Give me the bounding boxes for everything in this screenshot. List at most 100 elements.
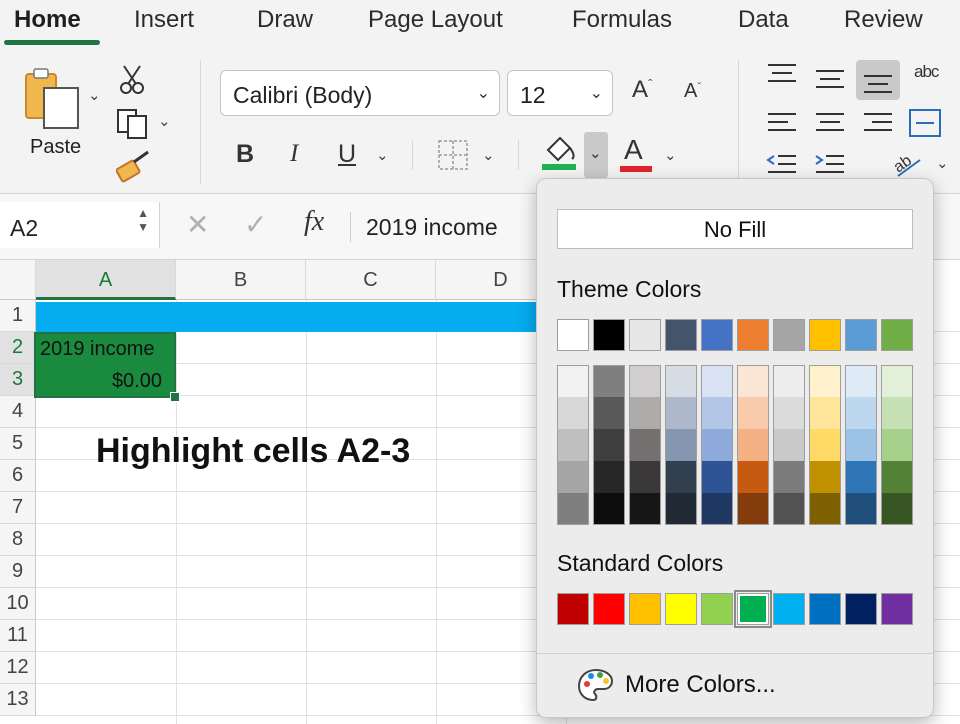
theme-shade-swatch[interactable]: [593, 493, 625, 525]
theme-shade-swatch[interactable]: [701, 365, 733, 397]
select-all-corner[interactable]: [0, 260, 36, 300]
align-right-icon[interactable]: [862, 110, 896, 138]
theme-shade-swatch[interactable]: [701, 493, 733, 525]
bold-button[interactable]: B: [236, 140, 254, 169]
theme-shade-swatch[interactable]: [773, 493, 805, 525]
theme-shade-swatch[interactable]: [737, 461, 769, 493]
cell-a2[interactable]: 2019 income: [40, 338, 155, 361]
row-header-7[interactable]: 7: [0, 492, 36, 524]
enter-icon[interactable]: ✓: [244, 208, 267, 241]
theme-shade-swatch[interactable]: [773, 429, 805, 461]
theme-shade-swatch[interactable]: [557, 493, 589, 525]
theme-shade-swatch[interactable]: [773, 397, 805, 429]
row-1-fill[interactable]: [36, 302, 536, 332]
theme-shade-swatch[interactable]: [773, 461, 805, 493]
standard-color-swatch[interactable]: [557, 593, 589, 625]
theme-shade-swatch[interactable]: [593, 429, 625, 461]
theme-shade-swatch[interactable]: [737, 429, 769, 461]
italic-button[interactable]: I: [290, 140, 298, 168]
theme-shade-swatch[interactable]: [737, 493, 769, 525]
theme-shade-swatch[interactable]: [665, 429, 697, 461]
theme-color-swatch[interactable]: [593, 319, 625, 351]
theme-shade-swatch[interactable]: [665, 397, 697, 429]
merge-center-icon[interactable]: [908, 108, 944, 138]
theme-color-swatch[interactable]: [809, 319, 841, 351]
theme-color-swatch[interactable]: [737, 319, 769, 351]
theme-shade-swatch[interactable]: [845, 397, 877, 429]
row-header-4[interactable]: 4: [0, 396, 36, 428]
paste-options-chevron-icon[interactable]: ⌄: [88, 86, 101, 104]
orientation-chevron-icon[interactable]: ⌄: [936, 154, 949, 172]
row-header-13[interactable]: 13: [0, 684, 36, 716]
theme-shade-swatch[interactable]: [557, 429, 589, 461]
theme-color-swatch[interactable]: [665, 319, 697, 351]
tab-page-layout[interactable]: Page Layout: [368, 6, 503, 34]
standard-color-swatch[interactable]: [773, 593, 805, 625]
copy-icon[interactable]: [116, 108, 150, 140]
theme-shade-swatch[interactable]: [701, 429, 733, 461]
tab-formulas[interactable]: Formulas: [572, 6, 672, 34]
theme-shade-swatch[interactable]: [881, 397, 913, 429]
scissors-icon[interactable]: [118, 64, 146, 96]
tab-home[interactable]: Home: [14, 6, 81, 34]
row-header-2[interactable]: 2: [0, 332, 36, 364]
row-header-8[interactable]: 8: [0, 524, 36, 556]
theme-shade-swatch[interactable]: [665, 365, 697, 397]
theme-color-swatch[interactable]: [881, 319, 913, 351]
name-box[interactable]: A2 ▲ ▼: [0, 202, 160, 248]
decrease-font-size-button[interactable]: Aˇ: [684, 80, 701, 103]
align-left-icon[interactable]: [766, 110, 800, 138]
standard-color-swatch[interactable]: [665, 593, 697, 625]
theme-shade-swatch[interactable]: [845, 461, 877, 493]
font-color-button[interactable]: A: [620, 134, 656, 176]
theme-shade-swatch[interactable]: [665, 461, 697, 493]
row-header-10[interactable]: 10: [0, 588, 36, 620]
format-painter-icon[interactable]: [116, 150, 152, 184]
theme-shade-swatch[interactable]: [809, 365, 841, 397]
cell-a3[interactable]: $0.00: [60, 370, 162, 393]
theme-shade-swatch[interactable]: [557, 461, 589, 493]
align-bottom-button[interactable]: [856, 60, 900, 100]
standard-color-swatch[interactable]: [629, 593, 661, 625]
theme-shade-swatch[interactable]: [737, 397, 769, 429]
theme-shade-swatch[interactable]: [629, 493, 661, 525]
align-center-icon[interactable]: [814, 110, 848, 138]
theme-shade-swatch[interactable]: [845, 429, 877, 461]
standard-color-swatch-selected[interactable]: [734, 590, 772, 628]
no-fill-button[interactable]: No Fill: [557, 209, 913, 249]
column-header-a[interactable]: A: [36, 260, 176, 300]
orientation-icon[interactable]: ab: [890, 148, 930, 182]
row-header-6[interactable]: 6: [0, 460, 36, 492]
theme-color-swatch[interactable]: [557, 319, 589, 351]
font-name-select[interactable]: Calibri (Body) ⌄: [220, 70, 500, 116]
font-color-options-chevron-icon[interactable]: ⌄: [664, 146, 677, 164]
column-header-c[interactable]: C: [306, 260, 436, 300]
font-size-select[interactable]: 12 ⌄: [507, 70, 613, 116]
underline-button[interactable]: U: [338, 140, 356, 169]
increase-indent-icon[interactable]: [814, 152, 848, 180]
standard-color-swatch[interactable]: [881, 593, 913, 625]
borders-options-chevron-icon[interactable]: ⌄: [482, 146, 495, 164]
standard-color-swatch[interactable]: [809, 593, 841, 625]
theme-color-swatch[interactable]: [701, 319, 733, 351]
align-top-icon[interactable]: [766, 62, 800, 88]
standard-color-swatch[interactable]: [845, 593, 877, 625]
theme-color-swatch[interactable]: [629, 319, 661, 351]
tab-review[interactable]: Review: [844, 6, 923, 34]
name-box-stepper-icon[interactable]: ▲ ▼: [137, 206, 149, 234]
row-header-3[interactable]: 3: [0, 364, 36, 396]
theme-shade-swatch[interactable]: [845, 365, 877, 397]
theme-shade-swatch[interactable]: [809, 429, 841, 461]
paste-button[interactable]: [18, 66, 88, 130]
theme-shade-swatch[interactable]: [881, 461, 913, 493]
column-header-b[interactable]: B: [176, 260, 306, 300]
row-header-5[interactable]: 5: [0, 428, 36, 460]
theme-shade-swatch[interactable]: [701, 461, 733, 493]
cancel-icon[interactable]: ✕: [186, 208, 209, 241]
theme-shade-swatch[interactable]: [557, 365, 589, 397]
tab-draw[interactable]: Draw: [257, 6, 313, 34]
theme-shade-swatch[interactable]: [881, 493, 913, 525]
theme-shade-swatch[interactable]: [629, 429, 661, 461]
theme-shade-swatch[interactable]: [665, 493, 697, 525]
standard-color-swatch[interactable]: [593, 593, 625, 625]
